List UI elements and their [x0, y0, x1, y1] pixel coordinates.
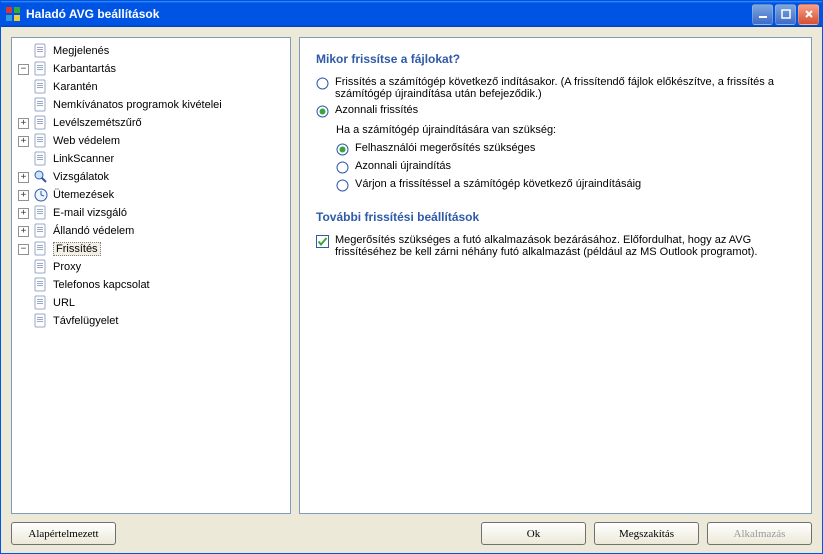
- page-icon: [33, 79, 49, 95]
- checkbox-icon-checked: [316, 235, 329, 248]
- collapse-toggle[interactable]: −: [18, 244, 29, 255]
- checkbox-close-apps[interactable]: Megerősítés szükséges a futó alkalmazáso…: [316, 234, 795, 258]
- page-icon: [33, 97, 49, 113]
- page-icon: [33, 223, 49, 239]
- magnify-icon: [33, 169, 49, 185]
- page-icon: [33, 313, 49, 329]
- tree-item[interactable]: + Állandó védelem: [14, 222, 288, 240]
- page-icon: [33, 277, 49, 293]
- tree-item[interactable]: + Web védelem: [14, 132, 288, 150]
- checkbox-label: Megerősítés szükséges a futó alkalmazáso…: [335, 234, 795, 258]
- cancel-button[interactable]: Megszakítás: [594, 522, 699, 545]
- page-icon: [33, 43, 49, 59]
- tree-item-label: Vizsgálatok: [53, 171, 109, 183]
- apply-button[interactable]: Alkalmazás: [707, 522, 812, 545]
- tree-item-label: Ütemezések: [53, 189, 114, 201]
- tree-item[interactable]: + Levélszemétszűrő: [14, 114, 288, 132]
- radio-label: Frissítés a számítógép következő indítás…: [335, 76, 795, 100]
- radio-icon: [336, 161, 349, 174]
- radio-label: Azonnali újraindítás: [355, 160, 451, 172]
- titlebar[interactable]: Haladó AVG beállítások: [1, 1, 822, 27]
- radio-restart-now[interactable]: Azonnali újraindítás: [336, 160, 795, 174]
- tree-item-label: Állandó védelem: [53, 225, 134, 237]
- restart-note: Ha a számítógép újraindítására van szüks…: [336, 124, 795, 136]
- page-icon: [33, 115, 49, 131]
- page-icon: [33, 133, 49, 149]
- clock-icon: [33, 187, 49, 203]
- tree-item-label: Levélszemétszűrő: [53, 117, 142, 129]
- content-pane: Mikor frissítse a fájlokat? Frissítés a …: [299, 37, 812, 514]
- expand-toggle[interactable]: +: [18, 136, 29, 147]
- default-button[interactable]: Alapértelmezett: [11, 522, 116, 545]
- radio-icon-selected: [316, 105, 329, 118]
- tree-item[interactable]: LinkScanner: [14, 150, 288, 168]
- tree-item-label: LinkScanner: [53, 153, 114, 165]
- tree-item[interactable]: Telefonos kapcsolat: [14, 276, 288, 294]
- section-when-title: Mikor frissítse a fájlokat?: [316, 52, 795, 66]
- spacer: [124, 522, 473, 545]
- tree-item-label: URL: [53, 297, 75, 309]
- radio-label: Várjon a frissítéssel a számítógép követ…: [355, 178, 641, 190]
- tree-item-label: Megjelenés: [53, 45, 109, 57]
- collapse-toggle[interactable]: −: [18, 64, 29, 75]
- tree-item[interactable]: Megjelenés: [14, 42, 288, 60]
- restart-subgroup: Felhasználói megerősítés szükséges Azonn…: [336, 142, 795, 192]
- tree-item[interactable]: + Vizsgálatok: [14, 168, 288, 186]
- radio-icon-selected: [336, 143, 349, 156]
- tree-item[interactable]: Karantén: [14, 78, 288, 96]
- tree-item[interactable]: − Karbantartás: [14, 60, 288, 78]
- radio-icon: [316, 77, 329, 90]
- tree-item-label: Frissítés: [53, 242, 101, 256]
- page-icon: [33, 205, 49, 221]
- tree-item-label: Proxy: [53, 261, 81, 273]
- radio-wait-restart[interactable]: Várjon a frissítéssel a számítógép követ…: [336, 178, 795, 192]
- expand-toggle[interactable]: +: [18, 226, 29, 237]
- radio-update-on-boot[interactable]: Frissítés a számítógép következő indítás…: [316, 76, 795, 100]
- tree-item[interactable]: + Ütemezések: [14, 186, 288, 204]
- section-more-title: További frissítési beállítások: [316, 210, 795, 224]
- radio-icon: [336, 179, 349, 192]
- expand-toggle[interactable]: +: [18, 118, 29, 129]
- button-bar: Alapértelmezett Ok Megszakítás Alkalmazá…: [11, 522, 812, 545]
- tree-item[interactable]: + E-mail vizsgáló: [14, 204, 288, 222]
- close-button[interactable]: [798, 4, 819, 25]
- radio-label: Felhasználói megerősítés szükséges: [355, 142, 535, 154]
- page-icon: [33, 241, 49, 257]
- tree-item[interactable]: − Frissítés: [14, 240, 288, 258]
- tree-item-label: Karbantartás: [53, 63, 116, 75]
- tree-item-label: Távfelügyelet: [53, 315, 118, 327]
- client-area: Megjelenés − Karbantartás Karantén Nemkívána…: [1, 27, 822, 553]
- page-icon: [33, 151, 49, 167]
- tree-item-label: E-mail vizsgáló: [53, 207, 127, 219]
- radio-confirm-restart[interactable]: Felhasználói megerősítés szükséges: [336, 142, 795, 156]
- tree-item[interactable]: Távfelügyelet: [14, 312, 288, 330]
- window-title: Haladó AVG beállítások: [26, 7, 750, 21]
- app-icon: [5, 6, 21, 22]
- tree-item-label: Nemkívánatos programok kivételei: [53, 99, 222, 111]
- expand-toggle[interactable]: +: [18, 190, 29, 201]
- tree-item[interactable]: Nemkívánatos programok kivételei: [14, 96, 288, 114]
- tree-item-label: Telefonos kapcsolat: [53, 279, 150, 291]
- page-icon: [33, 61, 49, 77]
- radio-label: Azonnali frissítés: [335, 104, 418, 116]
- maximize-button[interactable]: [775, 4, 796, 25]
- ok-button[interactable]: Ok: [481, 522, 586, 545]
- minimize-button[interactable]: [752, 4, 773, 25]
- tree-item-label: Karantén: [53, 81, 98, 93]
- tree-item[interactable]: Proxy: [14, 258, 288, 276]
- panes: Megjelenés − Karbantartás Karantén Nemkívána…: [11, 37, 812, 514]
- page-icon: [33, 259, 49, 275]
- page-icon: [33, 295, 49, 311]
- nav-tree[interactable]: Megjelenés − Karbantartás Karantén Nemkívána…: [11, 37, 291, 514]
- expand-toggle[interactable]: +: [18, 208, 29, 219]
- expand-toggle[interactable]: +: [18, 172, 29, 183]
- tree-item-label: Web védelem: [53, 135, 120, 147]
- settings-window: Haladó AVG beállítások Megjelenés − Karban…: [0, 0, 823, 554]
- radio-update-immediate[interactable]: Azonnali frissítés: [316, 104, 795, 118]
- tree-item[interactable]: URL: [14, 294, 288, 312]
